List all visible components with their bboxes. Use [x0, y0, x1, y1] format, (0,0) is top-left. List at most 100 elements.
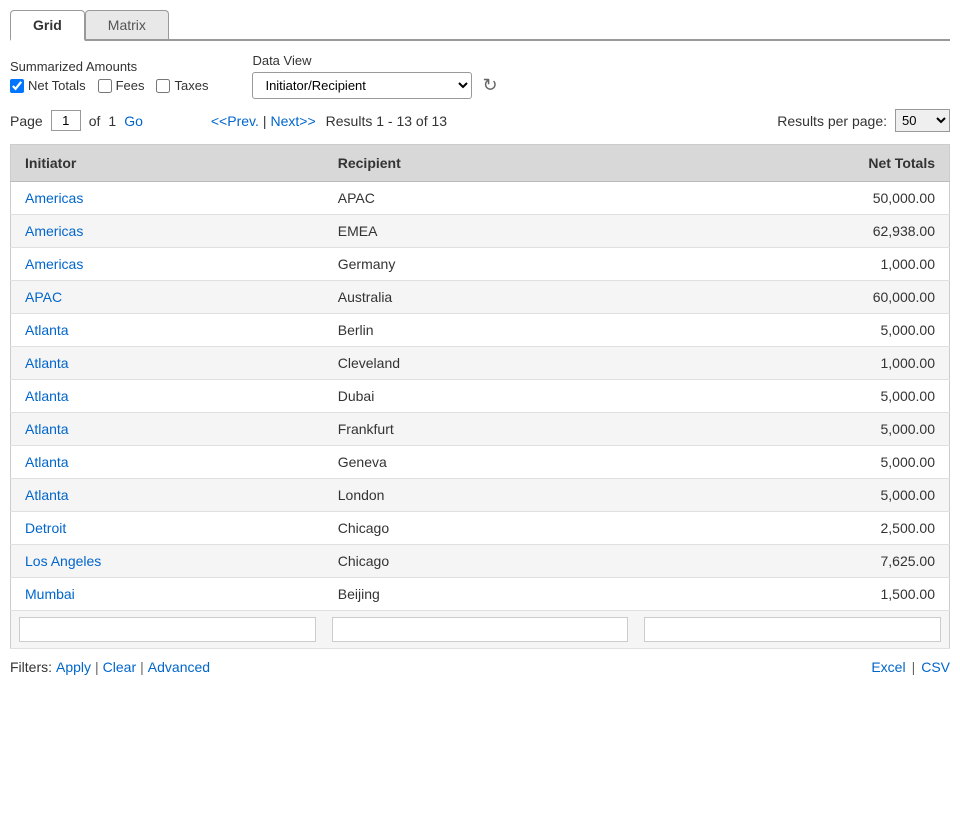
initiator-link[interactable]: Americas	[25, 256, 83, 272]
cell-initiator: Atlanta	[11, 479, 324, 512]
filter-input-cell-2	[636, 611, 949, 649]
cell-net-totals: 1,000.00	[636, 347, 949, 380]
fees-checkbox-label[interactable]: Fees	[98, 78, 145, 93]
cell-initiator: Atlanta	[11, 347, 324, 380]
fees-checkbox[interactable]	[98, 79, 112, 93]
initiator-link[interactable]: Mumbai	[25, 586, 75, 602]
initiator-link[interactable]: Los Angeles	[25, 553, 101, 569]
initiator-link[interactable]: Atlanta	[25, 388, 69, 404]
cell-net-totals: 1,000.00	[636, 248, 949, 281]
table-row: Atlanta Frankfurt5,000.00	[11, 413, 950, 446]
table-row: APAC Australia60,000.00	[11, 281, 950, 314]
cell-recipient: Chicago	[324, 545, 636, 578]
cell-initiator: Detroit	[11, 512, 324, 545]
table-row: Americas APAC50,000.00	[11, 182, 950, 215]
per-page-label: Results per page:	[777, 113, 887, 129]
table-header-row: Initiator Recipient Net Totals	[11, 145, 950, 182]
table-row: Atlanta Berlin5,000.00	[11, 314, 950, 347]
cell-recipient: Geneva	[324, 446, 636, 479]
col-recipient: Recipient	[324, 145, 636, 182]
data-view-label: Data View	[252, 53, 499, 68]
filters-left: Filters: Apply | Clear | Advanced	[10, 659, 210, 675]
cell-recipient: Frankfurt	[324, 413, 636, 446]
cell-net-totals: 5,000.00	[636, 446, 949, 479]
table-row: Atlanta Geneva5,000.00	[11, 446, 950, 479]
net-totals-checkbox-label[interactable]: Net Totals	[10, 78, 86, 93]
summarized-section: Summarized Amounts Net Totals Fees Taxes	[10, 59, 208, 93]
go-link[interactable]: Go	[124, 113, 143, 129]
advanced-link[interactable]: Advanced	[148, 659, 210, 675]
filters-right: Excel | CSV	[871, 659, 950, 675]
per-page-select[interactable]: 50 25 100	[895, 109, 950, 132]
table-row: Detroit Chicago2,500.00	[11, 512, 950, 545]
filter-input-1[interactable]	[332, 617, 628, 642]
of-label: of	[89, 113, 101, 129]
cell-net-totals: 7,625.00	[636, 545, 949, 578]
results-info: Results 1 - 13 of 13	[326, 113, 447, 129]
initiator-link[interactable]: Atlanta	[25, 322, 69, 338]
cell-initiator: Americas	[11, 215, 324, 248]
excel-link[interactable]: Excel	[871, 659, 905, 675]
cell-net-totals: 50,000.00	[636, 182, 949, 215]
initiator-link[interactable]: Americas	[25, 190, 83, 206]
prev-link[interactable]: <<Prev.	[211, 113, 259, 129]
cell-net-totals: 5,000.00	[636, 413, 949, 446]
filters-footer: Filters: Apply | Clear | Advanced Excel …	[10, 659, 950, 675]
table-row: Atlanta Dubai5,000.00	[11, 380, 950, 413]
checkboxes-group: Net Totals Fees Taxes	[10, 78, 208, 93]
initiator-link[interactable]: Detroit	[25, 520, 66, 536]
tab-grid[interactable]: Grid	[10, 10, 85, 41]
taxes-checkbox-label[interactable]: Taxes	[156, 78, 208, 93]
cell-net-totals: 1,500.00	[636, 578, 949, 611]
cell-recipient: APAC	[324, 182, 636, 215]
table-row: Atlanta Cleveland1,000.00	[11, 347, 950, 380]
cell-net-totals: 60,000.00	[636, 281, 949, 314]
cell-recipient: Australia	[324, 281, 636, 314]
cell-recipient: Berlin	[324, 314, 636, 347]
cell-initiator: Los Angeles	[11, 545, 324, 578]
initiator-link[interactable]: Atlanta	[25, 487, 69, 503]
filter-inputs-row	[11, 611, 950, 649]
csv-link[interactable]: CSV	[921, 659, 950, 675]
cell-recipient: EMEA	[324, 215, 636, 248]
next-link[interactable]: Next>>	[271, 113, 316, 129]
tabs-bar: Grid Matrix	[10, 10, 950, 41]
initiator-link[interactable]: APAC	[25, 289, 62, 305]
cell-recipient: Dubai	[324, 380, 636, 413]
cell-initiator: Atlanta	[11, 446, 324, 479]
apply-link[interactable]: Apply	[56, 659, 91, 675]
tab-matrix[interactable]: Matrix	[85, 10, 169, 39]
total-pages: 1	[108, 113, 116, 129]
cell-net-totals: 2,500.00	[636, 512, 949, 545]
initiator-link[interactable]: Atlanta	[25, 454, 69, 470]
cell-recipient: Cleveland	[324, 347, 636, 380]
data-view-row: Initiator/Recipient Initiator Only Recip…	[252, 72, 499, 99]
filter-input-cell-0	[11, 611, 324, 649]
per-page-section: Results per page: 50 25 100	[777, 109, 950, 132]
cell-initiator: Atlanta	[11, 413, 324, 446]
col-initiator: Initiator	[11, 145, 324, 182]
table-row: AtlantaLondon5,000.00	[11, 479, 950, 512]
data-table: Initiator Recipient Net Totals AmericasA…	[10, 144, 950, 649]
initiator-link[interactable]: Americas	[25, 223, 83, 239]
cell-initiator: Mumbai	[11, 578, 324, 611]
initiator-link[interactable]: Atlanta	[25, 421, 69, 437]
data-view-select[interactable]: Initiator/Recipient Initiator Only Recip…	[252, 72, 472, 99]
filter-input-2[interactable]	[644, 617, 941, 642]
taxes-checkbox[interactable]	[156, 79, 170, 93]
refresh-button[interactable]: ↻	[480, 73, 499, 98]
table-row: Los Angeles Chicago7,625.00	[11, 545, 950, 578]
initiator-link[interactable]: Atlanta	[25, 355, 69, 371]
cell-initiator: Atlanta	[11, 380, 324, 413]
clear-link[interactable]: Clear	[103, 659, 136, 675]
page-input[interactable]	[51, 110, 81, 131]
net-totals-checkbox[interactable]	[10, 79, 24, 93]
filter-input-0[interactable]	[19, 617, 316, 642]
cell-net-totals: 5,000.00	[636, 314, 949, 347]
cell-initiator: Americas	[11, 248, 324, 281]
nav-links: <<Prev. | Next>> Results 1 - 13 of 13	[211, 113, 447, 129]
cell-recipient: Chicago	[324, 512, 636, 545]
taxes-label: Taxes	[174, 78, 208, 93]
cell-net-totals: 5,000.00	[636, 380, 949, 413]
pagination-row: Page of 1 Go <<Prev. | Next>> Results 1 …	[10, 109, 950, 132]
